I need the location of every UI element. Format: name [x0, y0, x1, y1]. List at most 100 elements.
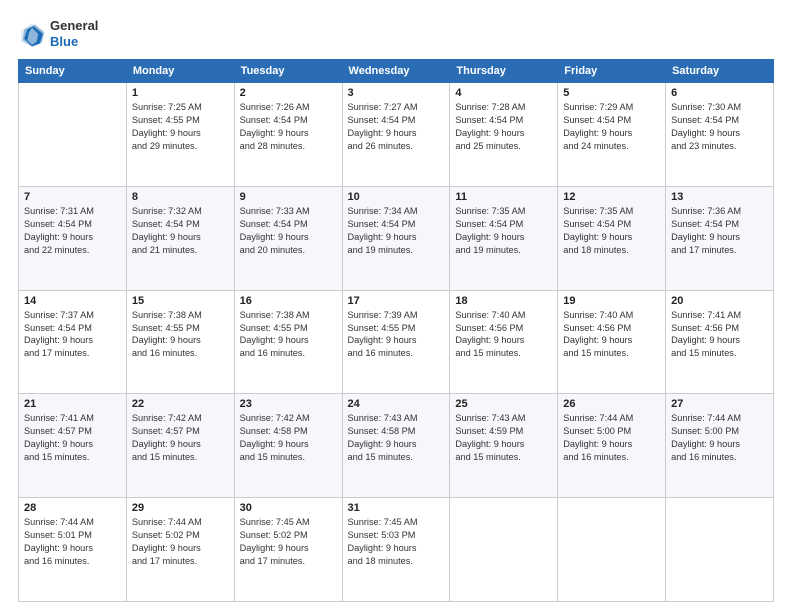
day-number: 30	[240, 502, 337, 514]
calendar-cell	[666, 498, 774, 602]
logo-general: General	[50, 18, 98, 34]
calendar-cell	[450, 498, 558, 602]
logo-icon	[18, 20, 46, 48]
calendar-cell: 27Sunrise: 7:44 AMSunset: 5:00 PMDayligh…	[666, 394, 774, 498]
calendar-week-row: 28 Sunrise: 7:44 AMSunset: 5:01 PMDayligh…	[19, 498, 774, 602]
calendar-cell: 7Sunrise: 7:31 AMSunset: 4:54 PMDaylight…	[19, 186, 127, 290]
calendar-cell: 24 Sunrise: 7:43 AMSunset: 4:58 PMDayligh…	[342, 394, 450, 498]
day-number: 7	[24, 191, 121, 203]
day-number: 31	[348, 502, 445, 514]
calendar-week-row: 1 Sunrise: 7:25 AMSunset: 4:55 PMDaylight…	[19, 83, 774, 187]
day-number: 6	[671, 87, 768, 99]
day-info: Sunrise: 7:29 AMSunset: 4:54 PMDaylight:…	[563, 101, 660, 153]
day-number: 24	[348, 398, 445, 410]
calendar-cell: 14Sunrise: 7:37 AMSunset: 4:54 PMDayligh…	[19, 290, 127, 394]
day-number: 16	[240, 295, 337, 307]
col-header-monday: Monday	[126, 60, 234, 83]
calendar-cell: 20 Sunrise: 7:41 AMSunset: 4:56 PMDayligh…	[666, 290, 774, 394]
day-info: Sunrise: 7:26 AMSunset: 4:54 PMDaylight:…	[240, 101, 337, 153]
calendar-cell: 6 Sunrise: 7:30 AMSunset: 4:54 PMDaylight…	[666, 83, 774, 187]
day-info: Sunrise: 7:30 AMSunset: 4:54 PMDaylight:…	[671, 101, 768, 153]
day-info: Sunrise: 7:38 AMSunset: 4:55 PMDaylight:…	[240, 309, 337, 361]
calendar-cell: 19Sunrise: 7:40 AMSunset: 4:56 PMDayligh…	[558, 290, 666, 394]
day-info: Sunrise: 7:43 AMSunset: 4:59 PMDaylight:…	[455, 412, 552, 464]
day-number: 25	[455, 398, 552, 410]
calendar-cell: 13 Sunrise: 7:36 AMSunset: 4:54 PMDayligh…	[666, 186, 774, 290]
calendar-cell: 3 Sunrise: 7:27 AMSunset: 4:54 PMDaylight…	[342, 83, 450, 187]
day-info: Sunrise: 7:43 AMSunset: 4:58 PMDaylight:…	[348, 412, 445, 464]
day-number: 1	[132, 87, 229, 99]
calendar-header-row: SundayMondayTuesdayWednesdayThursdayFrid…	[19, 60, 774, 83]
calendar-week-row: 7Sunrise: 7:31 AMSunset: 4:54 PMDaylight…	[19, 186, 774, 290]
day-info: Sunrise: 7:44 AMSunset: 5:00 PMDaylight:…	[563, 412, 660, 464]
calendar-cell: 11Sunrise: 7:35 AMSunset: 4:54 PMDayligh…	[450, 186, 558, 290]
day-info: Sunrise: 7:33 AMSunset: 4:54 PMDaylight:…	[240, 205, 337, 257]
day-info: Sunrise: 7:42 AMSunset: 4:57 PMDaylight:…	[132, 412, 229, 464]
calendar-cell: 29Sunrise: 7:44 AMSunset: 5:02 PMDayligh…	[126, 498, 234, 602]
day-number: 4	[455, 87, 552, 99]
day-info: Sunrise: 7:36 AMSunset: 4:54 PMDaylight:…	[671, 205, 768, 257]
day-number: 12	[563, 191, 660, 203]
calendar-cell: 28 Sunrise: 7:44 AMSunset: 5:01 PMDayligh…	[19, 498, 127, 602]
day-number: 28	[24, 502, 121, 514]
calendar-cell: 2 Sunrise: 7:26 AMSunset: 4:54 PMDaylight…	[234, 83, 342, 187]
calendar-cell: 23Sunrise: 7:42 AMSunset: 4:58 PMDayligh…	[234, 394, 342, 498]
calendar-cell: 22Sunrise: 7:42 AMSunset: 4:57 PMDayligh…	[126, 394, 234, 498]
day-number: 9	[240, 191, 337, 203]
day-info: Sunrise: 7:44 AMSunset: 5:01 PMDaylight:…	[24, 516, 121, 568]
day-number: 20	[671, 295, 768, 307]
page-header: General Blue	[18, 18, 774, 49]
day-number: 10	[348, 191, 445, 203]
day-info: Sunrise: 7:27 AMSunset: 4:54 PMDaylight:…	[348, 101, 445, 153]
calendar-cell: 21 Sunrise: 7:41 AMSunset: 4:57 PMDayligh…	[19, 394, 127, 498]
day-info: Sunrise: 7:40 AMSunset: 4:56 PMDaylight:…	[455, 309, 552, 361]
calendar-cell: 18 Sunrise: 7:40 AMSunset: 4:56 PMDayligh…	[450, 290, 558, 394]
day-info: Sunrise: 7:32 AMSunset: 4:54 PMDaylight:…	[132, 205, 229, 257]
calendar-cell: 9 Sunrise: 7:33 AMSunset: 4:54 PMDaylight…	[234, 186, 342, 290]
col-header-thursday: Thursday	[450, 60, 558, 83]
day-info: Sunrise: 7:38 AMSunset: 4:55 PMDaylight:…	[132, 309, 229, 361]
calendar-page: General Blue SundayMondayTuesdayWednesda…	[0, 0, 792, 612]
day-number: 8	[132, 191, 229, 203]
calendar-cell: 17Sunrise: 7:39 AMSunset: 4:55 PMDayligh…	[342, 290, 450, 394]
calendar-cell: 5 Sunrise: 7:29 AMSunset: 4:54 PMDaylight…	[558, 83, 666, 187]
calendar-cell	[19, 83, 127, 187]
day-info: Sunrise: 7:45 AMSunset: 5:03 PMDaylight:…	[348, 516, 445, 568]
calendar-cell	[558, 498, 666, 602]
day-info: Sunrise: 7:35 AMSunset: 4:54 PMDaylight:…	[455, 205, 552, 257]
logo: General Blue	[18, 18, 98, 49]
day-number: 3	[348, 87, 445, 99]
day-number: 27	[671, 398, 768, 410]
calendar-cell: 15 Sunrise: 7:38 AMSunset: 4:55 PMDayligh…	[126, 290, 234, 394]
day-info: Sunrise: 7:42 AMSunset: 4:58 PMDaylight:…	[240, 412, 337, 464]
day-info: Sunrise: 7:41 AMSunset: 4:56 PMDaylight:…	[671, 309, 768, 361]
day-number: 21	[24, 398, 121, 410]
calendar-cell: 10 Sunrise: 7:34 AMSunset: 4:54 PMDayligh…	[342, 186, 450, 290]
day-info: Sunrise: 7:34 AMSunset: 4:54 PMDaylight:…	[348, 205, 445, 257]
day-number: 13	[671, 191, 768, 203]
day-number: 18	[455, 295, 552, 307]
calendar-table: SundayMondayTuesdayWednesdayThursdayFrid…	[18, 59, 774, 602]
calendar-cell: 26 Sunrise: 7:44 AMSunset: 5:00 PMDayligh…	[558, 394, 666, 498]
col-header-sunday: Sunday	[19, 60, 127, 83]
day-number: 14	[24, 295, 121, 307]
day-info: Sunrise: 7:41 AMSunset: 4:57 PMDaylight:…	[24, 412, 121, 464]
day-number: 17	[348, 295, 445, 307]
col-header-saturday: Saturday	[666, 60, 774, 83]
day-number: 19	[563, 295, 660, 307]
day-info: Sunrise: 7:45 AMSunset: 5:02 PMDaylight:…	[240, 516, 337, 568]
calendar-cell: 25 Sunrise: 7:43 AMSunset: 4:59 PMDayligh…	[450, 394, 558, 498]
calendar-cell: 16 Sunrise: 7:38 AMSunset: 4:55 PMDayligh…	[234, 290, 342, 394]
day-info: Sunrise: 7:25 AMSunset: 4:55 PMDaylight:…	[132, 101, 229, 153]
calendar-cell: 30 Sunrise: 7:45 AMSunset: 5:02 PMDayligh…	[234, 498, 342, 602]
calendar-cell: 12Sunrise: 7:35 AMSunset: 4:54 PMDayligh…	[558, 186, 666, 290]
day-number: 2	[240, 87, 337, 99]
day-number: 15	[132, 295, 229, 307]
logo-blue: Blue	[50, 34, 98, 50]
col-header-friday: Friday	[558, 60, 666, 83]
day-info: Sunrise: 7:28 AMSunset: 4:54 PMDaylight:…	[455, 101, 552, 153]
day-number: 5	[563, 87, 660, 99]
day-info: Sunrise: 7:44 AMSunset: 5:02 PMDaylight:…	[132, 516, 229, 568]
calendar-cell: 4 Sunrise: 7:28 AMSunset: 4:54 PMDaylight…	[450, 83, 558, 187]
day-number: 26	[563, 398, 660, 410]
